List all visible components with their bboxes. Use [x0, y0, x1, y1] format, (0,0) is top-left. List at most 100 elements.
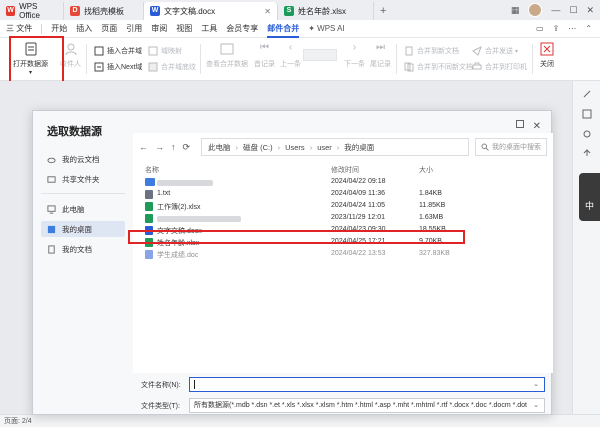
close-button[interactable]: 关闭 — [540, 42, 554, 69]
file-row-folder[interactable]: 2024/04/22 09:18 — [133, 177, 553, 189]
file-row[interactable]: 1.txt 2024/04/09 11:36 1.84KB — [133, 189, 553, 201]
file-size: 1.84KB — [419, 190, 442, 197]
blurred-name — [157, 180, 213, 186]
close-window-icon[interactable]: ✕ — [586, 5, 594, 16]
settings-icon[interactable] — [582, 129, 592, 139]
last-record-button[interactable]: ⏭ 尾记录 — [370, 42, 391, 69]
menu-references[interactable]: 引用 — [126, 20, 142, 38]
maximize-icon[interactable]: ☐ — [569, 5, 577, 16]
breadcrumb-item[interactable]: Users — [285, 143, 305, 152]
tab-spreadsheet[interactable]: S 姓名年龄.xlsx — [278, 2, 374, 20]
menu-tools[interactable]: 工具 — [201, 20, 217, 38]
search-icon — [481, 143, 489, 151]
breadcrumb-item[interactable]: 磁盘 (C:) — [243, 142, 273, 153]
collapse-icon[interactable]: ⌃ — [585, 24, 592, 33]
filetype-select[interactable]: 所有数据源(*.mdb *.dsn *.et *.xls *.xlsx *.xl… — [189, 398, 545, 413]
format-icon[interactable] — [582, 109, 592, 119]
file-row[interactable]: 2023/11/29 12:01 1.63MB — [133, 213, 553, 225]
column-date[interactable]: 修改时间 — [331, 165, 359, 175]
promo-badge[interactable]: 中 — [579, 173, 600, 221]
wps-ai-label: WPS AI — [317, 23, 345, 33]
merge-to-separate-docs-button[interactable]: 合并到不同新文档 — [404, 62, 473, 72]
file-menu[interactable]: 三 文件 — [6, 20, 32, 38]
menu-wps-ai[interactable]: ✦ WPS AI — [308, 20, 345, 38]
breadcrumb-item[interactable]: 此电脑 — [208, 142, 231, 153]
docer-icon: D — [70, 6, 80, 16]
sidebar-item-documents[interactable]: 我的文档 — [41, 241, 125, 257]
sidebar-item-label: 我的文档 — [62, 244, 92, 254]
divider — [532, 44, 533, 74]
merge-field-shading-button[interactable]: 合并域底纹 — [148, 62, 196, 72]
menu-review[interactable]: 审阅 — [151, 20, 167, 38]
close-tab-icon[interactable]: ✕ — [264, 7, 271, 16]
file-row[interactable]: 学生成绩.doc 2024/04/22 13:53 327.83KB — [133, 249, 553, 261]
prev-record-button[interactable]: ‹ 上一条 — [280, 42, 301, 69]
grid-icon[interactable]: ▦ — [511, 5, 520, 16]
merge-to-printer-button[interactable]: 合并到打印机 — [472, 62, 527, 72]
column-name[interactable]: 名称 — [145, 165, 159, 175]
file-row[interactable]: 工作簿(2).xlsx 2024/04/24 11:05 11.85KB — [133, 201, 553, 213]
column-size[interactable]: 大小 — [419, 165, 433, 175]
file-size: 11.85KB — [419, 202, 446, 209]
share-icon[interactable]: ⇪ — [553, 24, 560, 33]
menu-page[interactable]: 页面 — [101, 20, 117, 38]
comment-icon[interactable]: ▭ — [536, 24, 544, 33]
tab-wps-office[interactable]: W WPS Office — [0, 2, 64, 20]
avatar[interactable] — [528, 3, 543, 17]
share-icon[interactable] — [582, 149, 592, 159]
merge-to-new-doc-button[interactable]: 合并到新文档 — [404, 46, 459, 56]
breadcrumb-item[interactable]: user — [317, 143, 332, 152]
tab-document[interactable]: W 文字文稿.docx ✕ — [144, 2, 278, 20]
close-icon[interactable]: ✕ — [533, 121, 541, 132]
maximize-icon[interactable] — [516, 120, 524, 128]
chevron-down-icon[interactable]: ⌄ — [533, 378, 539, 391]
file-size: 327.83KB — [419, 250, 450, 257]
up-icon[interactable]: ↑ — [171, 142, 176, 152]
refresh-icon[interactable]: ⟳ — [183, 142, 191, 153]
send-icon — [472, 46, 482, 56]
tab-template[interactable]: D 找稻壳模板 — [64, 2, 144, 20]
new-tab-button[interactable]: + — [380, 2, 386, 20]
more-icon[interactable]: ⋯ — [568, 24, 576, 33]
merge-to-separate-docs-label: 合并到不同新文档 — [417, 64, 473, 71]
printer-icon — [472, 62, 482, 70]
menu-member[interactable]: 会员专享 — [226, 20, 258, 38]
breadcrumb-item[interactable]: 我的桌面 — [344, 142, 374, 153]
breadcrumb[interactable]: 此电脑 › 磁盘 (C:) › Users › user › 我的桌面 — [201, 138, 469, 156]
forward-icon[interactable]: → — [155, 142, 164, 152]
minimize-icon[interactable]: — — [551, 5, 560, 15]
file-browser: ← → ↑ ⟳ 此电脑 › 磁盘 (C:) › Users › user › 我… — [133, 133, 553, 373]
menu-view[interactable]: 视图 — [176, 20, 192, 38]
pen-icon[interactable] — [582, 89, 592, 99]
field-mapping-button[interactable]: 域映射 — [148, 46, 182, 56]
computer-icon — [47, 204, 56, 214]
sidebar-item-this-pc[interactable]: 此电脑 — [41, 201, 125, 217]
back-icon[interactable]: ← — [139, 142, 148, 152]
dialog-sidebar: 我的云文档 共享文件夹 此电脑 我的桌面 我的文档 — [33, 141, 133, 371]
insert-merge-field-button[interactable]: 插入合并域 — [94, 46, 142, 56]
menu-insert[interactable]: 插入 — [76, 20, 92, 38]
tab-bar: W WPS Office D 找稻壳模板 W 文字文稿.docx ✕ S 姓名年… — [0, 0, 600, 20]
record-number-input[interactable] — [303, 49, 337, 61]
sidebar-item-desktop[interactable]: 我的桌面 — [41, 221, 125, 237]
chevron-right-icon: › — [235, 142, 239, 152]
chevron-down-icon[interactable]: ⌄ — [531, 399, 539, 412]
merge-to-new-doc-label: 合并到新文档 — [417, 48, 459, 55]
merge-send-button[interactable]: 合并发送 ▾ — [472, 46, 518, 56]
filename-input[interactable]: ⌄ — [189, 377, 545, 392]
menu-mail-merge[interactable]: 邮件合并 — [267, 20, 300, 38]
cloud-icon — [47, 157, 56, 163]
tab-label: 文字文稿.docx — [164, 6, 216, 16]
first-record-label: 首记录 — [254, 61, 275, 68]
menu-home[interactable]: 开始 — [51, 20, 67, 38]
insert-next-icon — [94, 62, 104, 72]
chevron-right-icon: › — [309, 142, 313, 152]
sidebar-item-shared-folder[interactable]: 共享文件夹 — [41, 171, 125, 187]
next-record-button[interactable]: › 下一条 — [344, 42, 365, 69]
insert-next-field-button[interactable]: 插入Next域 — [94, 62, 142, 72]
filetype-label: 文件类型(T): — [141, 403, 180, 410]
sidebar-item-cloud-docs[interactable]: 我的云文档 — [41, 151, 125, 167]
search-input[interactable]: 我的桌面中搜索 — [475, 138, 547, 156]
view-merged-data-button[interactable]: 查看合并数据 — [206, 42, 248, 69]
first-record-button[interactable]: ⏮ 首记录 — [254, 42, 275, 69]
